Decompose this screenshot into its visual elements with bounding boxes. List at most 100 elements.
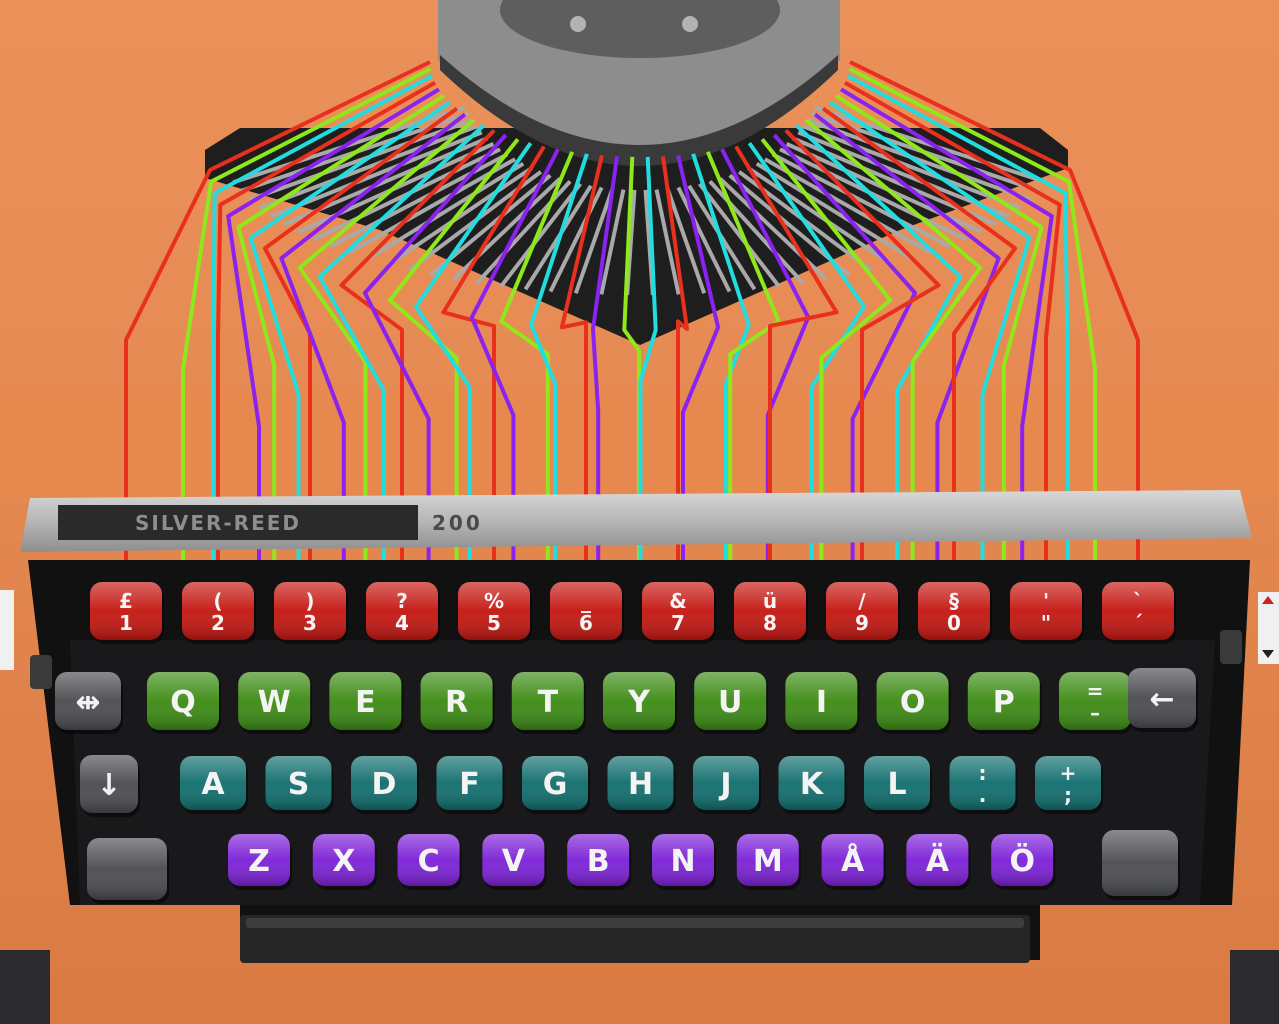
brand-name: SILVER-REED [135,511,301,535]
key-label: Ä [926,843,950,879]
key-label: E [355,685,376,720]
shift-left-key[interactable] [87,838,169,904]
key-label: Å [841,842,865,879]
key-5[interactable]: %5 [458,582,532,644]
key-4[interactable]: ?4 [366,582,440,644]
typewriter-photo: SILVER-REED 200 £1(2)3?4%5_6&7ü8/9§0'"`´… [0,0,1279,1024]
key-7[interactable]: &7 [642,582,716,644]
key-label-lower: 0 [947,611,961,635]
key-label-lower: 4 [395,611,409,635]
key-label-lower: 1 [119,611,133,635]
key-label: A [201,767,225,802]
key-label: R [445,685,468,720]
screw [682,16,698,32]
key-F[interactable]: F [436,756,505,814]
key-E[interactable]: E [329,672,404,734]
key-.[interactable]: :. [949,756,1018,814]
key-label-upper: % [484,589,504,613]
key-label: D [372,767,397,802]
key-label-lower: 7 [671,611,685,635]
shift-right-key[interactable] [1102,830,1180,900]
key-A[interactable]: A [180,756,248,814]
key-label: M [753,844,783,879]
key-label: G [543,767,568,802]
key-6[interactable]: _6 [550,582,624,644]
side-lever-left[interactable] [30,655,52,689]
key-I[interactable]: I [785,672,860,734]
margin-release-key[interactable]: ⇹ [55,672,123,734]
key-1[interactable]: £1 [90,582,164,644]
key-label-lower: ; [1064,783,1072,807]
key-Z[interactable]: Z [228,834,292,890]
key-label-upper: ( [213,589,222,613]
key-label-lower: – [1090,701,1100,725]
key-Å[interactable]: Å [821,834,886,890]
key-label: P [993,685,1015,720]
key-label: N [670,844,695,879]
key-O[interactable]: O [876,672,951,734]
space-bar-top [246,918,1024,928]
key-label: T [538,685,559,720]
key-V[interactable]: V [482,834,547,890]
key-Y[interactable]: Y [603,672,677,734]
key-label-upper: / [858,589,866,613]
key-Ö[interactable]: Ö [991,834,1056,890]
key-X[interactable]: X [312,834,377,890]
key-M[interactable]: M [736,834,801,890]
key-"[interactable]: '" [1010,582,1084,644]
key-Q[interactable]: Q [147,672,221,734]
key-U[interactable]: U [694,672,769,734]
key-label-lower: 6 [579,611,593,635]
key-2[interactable]: (2 [182,582,256,644]
key-label-lower: ´ [1133,611,1143,635]
key-H[interactable]: H [607,756,676,814]
screw [570,16,586,32]
key-–[interactable]: =– [1059,672,1133,734]
key-L[interactable]: L [864,756,932,814]
key-N[interactable]: N [652,834,716,890]
key-label: I [816,685,827,720]
key-0[interactable]: §0 [918,582,992,644]
key-label: Q [170,685,196,720]
key-label-upper: & [669,589,686,613]
key-label: U [718,685,742,720]
key-label-upper: § [949,589,959,613]
key-label: Z [248,844,270,879]
key-label-upper: ) [305,589,314,613]
key-G[interactable]: G [522,756,590,814]
key-Ä[interactable]: Ä [906,834,971,890]
key-B[interactable]: B [567,834,632,890]
key-R[interactable]: R [420,672,495,734]
key-label: K [800,767,825,802]
key-K[interactable]: K [778,756,847,814]
key-label: C [418,844,440,879]
backspace-key[interactable]: ← [1128,668,1198,732]
key-;[interactable]: +; [1035,756,1103,814]
key-label-upper: : [979,761,987,785]
key-3[interactable]: )3 [274,582,348,644]
backspace-icon: ← [1149,682,1174,717]
key-C[interactable]: C [397,834,462,890]
key-9[interactable]: /9 [826,582,900,644]
key-label-upper: £ [119,589,133,613]
background-left [0,950,50,1024]
key-label: Ö [1009,842,1035,879]
key-´[interactable]: `´ [1102,582,1176,644]
key-label-lower: 2 [211,611,225,635]
key-label: B [587,844,610,879]
key-S[interactable]: S [265,756,334,814]
key-W[interactable]: W [238,672,313,734]
side-lever-right[interactable] [1220,630,1242,664]
key-T[interactable]: T [511,672,586,734]
key-label-upper: ' [1043,589,1049,613]
shift-lock-icon: ↓ [96,768,121,803]
shift-lock-key[interactable]: ↓ [80,755,140,817]
key-P[interactable]: P [967,672,1042,734]
keycap-shine [87,838,167,900]
key-label: O [900,685,926,720]
key-D[interactable]: D [351,756,419,814]
left-margin-label [0,590,14,670]
key-label-lower: 8 [763,611,777,635]
key-J[interactable]: J [693,756,761,814]
key-8[interactable]: ü8 [734,582,808,644]
